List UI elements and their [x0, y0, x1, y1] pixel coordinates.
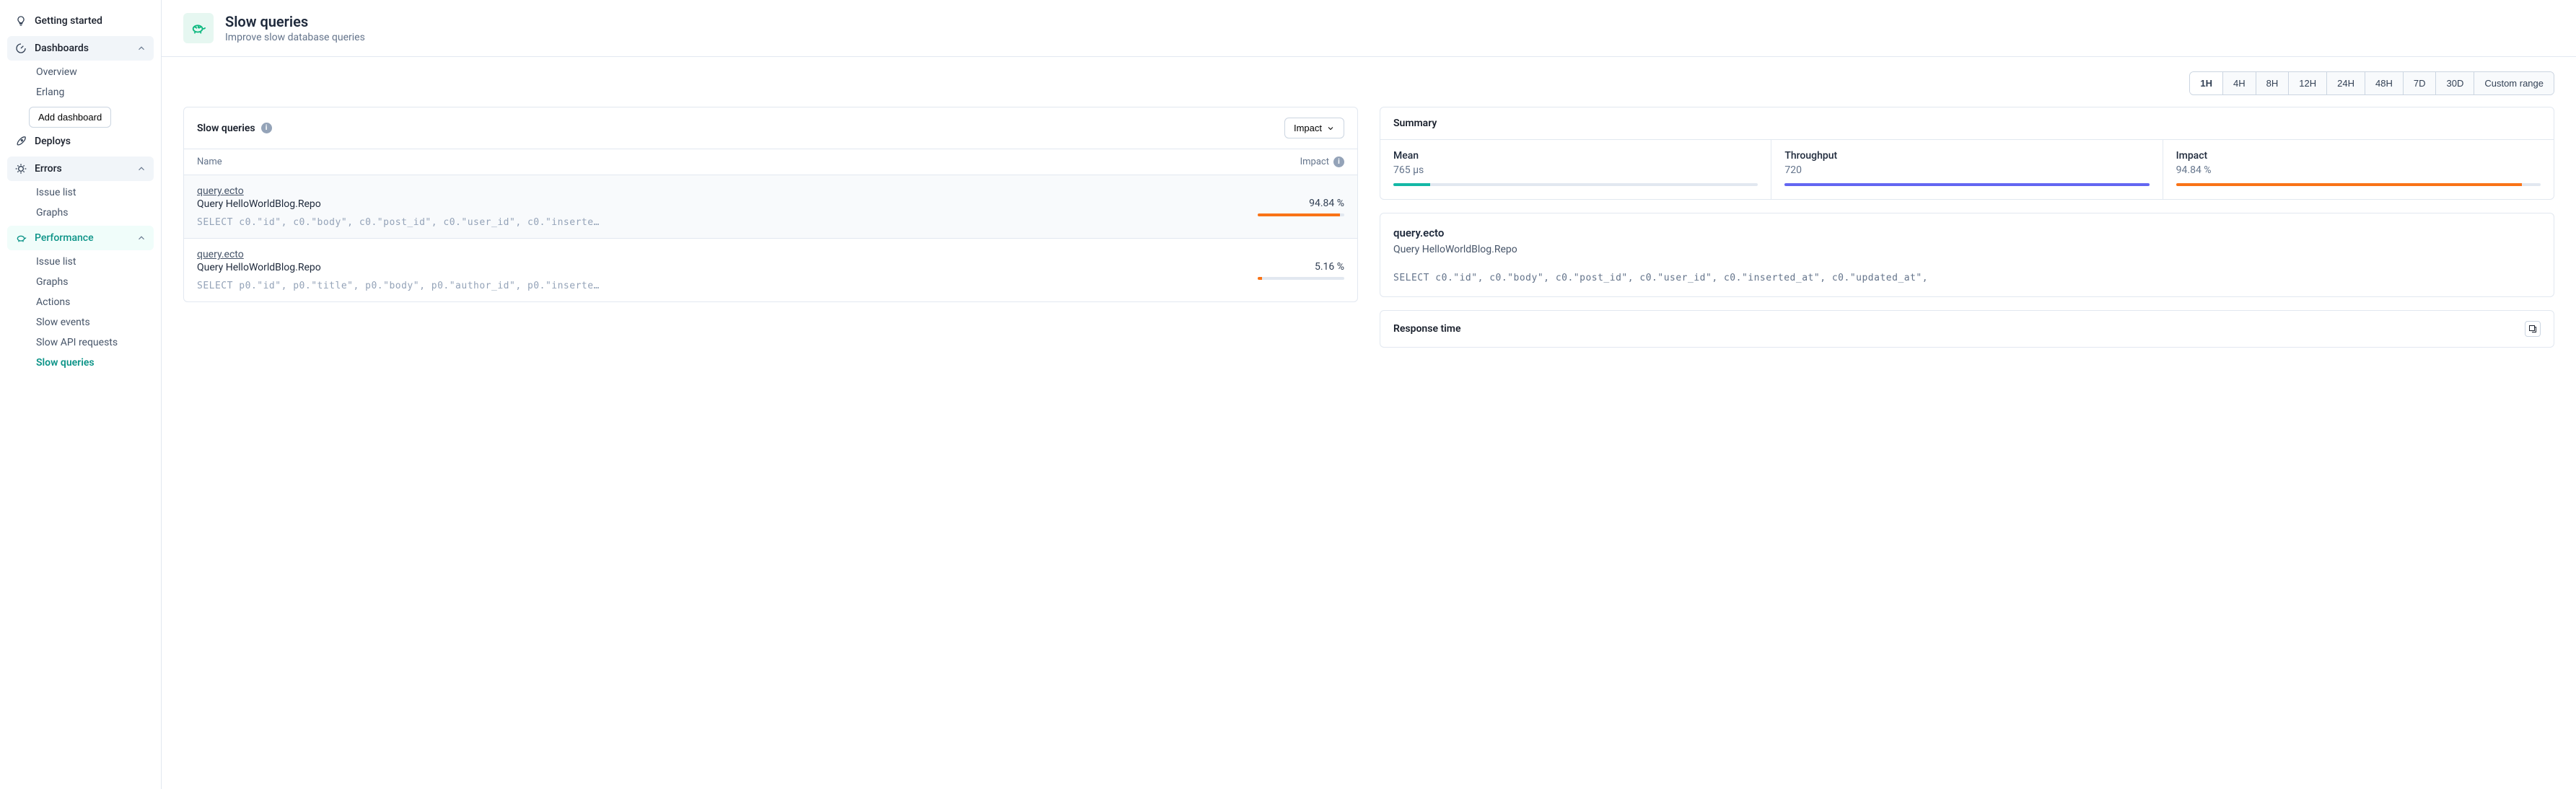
nav-label: Dashboards [35, 43, 89, 54]
nav-performance-sub: Issue list Graphs Actions Slow events Sl… [7, 252, 154, 373]
sub-erlang[interactable]: Erlang [29, 82, 154, 102]
summary-mean: Mean 765 µs [1380, 140, 1771, 199]
impact-value: 5.16 % [1258, 261, 1344, 273]
sub-overview[interactable]: Overview [29, 62, 154, 82]
page-header: Slow queries Improve slow database queri… [162, 0, 2576, 57]
impact-value: 94.84 % [1258, 198, 1344, 209]
time-1h[interactable]: 1H [2190, 72, 2223, 94]
info-icon[interactable]: i [1333, 157, 1344, 167]
page-subtitle: Improve slow database queries [225, 32, 365, 43]
time-7d[interactable]: 7D [2404, 72, 2437, 94]
detail-repo: Query HelloWorldBlog.Repo [1393, 244, 2541, 255]
col-impact: Impact [1300, 157, 1329, 167]
nav-deploys[interactable]: Deploys [7, 129, 154, 154]
time-4h[interactable]: 4H [2223, 72, 2256, 94]
time-30d[interactable]: 30D [2436, 72, 2474, 94]
time-custom[interactable]: Custom range [2474, 72, 2554, 94]
nav-getting-started[interactable]: Getting started [7, 9, 154, 33]
slow-queries-panel: Slow queries i Impact Name Impact [183, 107, 1358, 302]
add-dashboard-button[interactable]: Add dashboard [29, 107, 111, 128]
summary-throughput: Throughput 720 [1771, 140, 2163, 199]
query-row[interactable]: query.ecto Query HelloWorldBlog.Repo SEL… [184, 175, 1357, 239]
summary-impact: Impact 94.84 % [2163, 140, 2554, 199]
nav-label: Deploys [35, 136, 71, 147]
summary-bar [2176, 183, 2541, 186]
query-name-link[interactable]: query.ecto [197, 249, 244, 260]
nav-label: Errors [35, 163, 62, 175]
query-repo: Query HelloWorldBlog.Repo [197, 198, 1245, 210]
sub-graphs[interactable]: Graphs [29, 203, 154, 223]
sub-perf-slow-events[interactable]: Slow events [29, 312, 154, 332]
time-range-segmented: 1H 4H 8H 12H 24H 48H 7D 30D Custom range [2189, 71, 2554, 95]
sort-label: Impact [1294, 123, 1322, 133]
main: Slow queries Improve slow database queri… [162, 0, 2576, 789]
summary-label: Throughput [1784, 150, 2149, 162]
summary-label: Impact [2176, 150, 2541, 162]
gauge-icon [14, 42, 27, 55]
nav-errors[interactable]: Errors [7, 157, 154, 181]
sub-perf-slow-api[interactable]: Slow API requests [29, 332, 154, 353]
panel-title: Slow queries [197, 123, 255, 134]
response-time-panel: Response time [1380, 310, 2554, 348]
chevron-up-icon [136, 164, 146, 174]
query-sql: SELECT c0."id", c0."body", c0."post_id",… [197, 217, 1245, 228]
query-name-link[interactable]: query.ecto [197, 185, 244, 197]
sort-button[interactable]: Impact [1284, 118, 1344, 138]
query-detail-panel: query.ecto Query HelloWorldBlog.Repo SEL… [1380, 213, 2554, 297]
summary-value: 720 [1784, 164, 2149, 176]
chevron-up-icon [136, 233, 146, 243]
summary-panel: Summary Mean 765 µs Throughput 720 [1380, 107, 2554, 200]
export-icon[interactable] [2525, 321, 2541, 337]
nav-dashboards[interactable]: Dashboards [7, 36, 154, 61]
summary-value: 94.84 % [2176, 164, 2541, 176]
chevron-up-icon [136, 43, 146, 53]
detail-name: query.ecto [1393, 226, 2541, 239]
chevron-down-icon [1326, 124, 1335, 133]
table-header: Name Impact i [184, 149, 1357, 175]
panel-title: Response time [1393, 323, 1461, 335]
query-repo: Query HelloWorldBlog.Repo [197, 262, 1245, 273]
nav-performance[interactable]: Performance [7, 226, 154, 250]
rocket-icon [14, 135, 27, 148]
time-range-bar: 1H 4H 8H 12H 24H 48H 7D 30D Custom range [183, 71, 2554, 95]
time-48h[interactable]: 48H [2365, 72, 2404, 94]
summary-label: Mean [1393, 150, 1758, 162]
sub-perf-issue-list[interactable]: Issue list [29, 252, 154, 272]
time-24h[interactable]: 24H [2327, 72, 2365, 94]
nav-label: Performance [35, 232, 94, 244]
sub-issue-list[interactable]: Issue list [29, 182, 154, 203]
turtle-icon [14, 232, 27, 244]
content: 1H 4H 8H 12H 24H 48H 7D 30D Custom range [162, 57, 2576, 362]
query-row[interactable]: query.ecto Query HelloWorldBlog.Repo SEL… [184, 239, 1357, 301]
time-8h[interactable]: 8H [2256, 72, 2290, 94]
col-name: Name [197, 157, 1258, 167]
time-12h[interactable]: 12H [2289, 72, 2327, 94]
lightbulb-icon [14, 14, 27, 27]
summary-bar [1393, 183, 1758, 186]
summary-value: 765 µs [1393, 164, 1758, 176]
nav-dashboards-sub: Overview Erlang Add dashboard [7, 62, 154, 129]
sub-perf-slow-queries[interactable]: Slow queries [29, 353, 154, 373]
impact-bar [1258, 277, 1344, 280]
turtle-icon [183, 13, 214, 43]
impact-bar [1258, 213, 1344, 216]
info-icon[interactable]: i [261, 123, 272, 133]
nav-label: Getting started [35, 15, 102, 27]
page-title: Slow queries [225, 13, 365, 30]
bug-icon [14, 162, 27, 175]
sub-perf-actions[interactable]: Actions [29, 292, 154, 312]
summary-bar [1784, 183, 2149, 186]
sub-perf-graphs[interactable]: Graphs [29, 272, 154, 292]
nav-errors-sub: Issue list Graphs [7, 182, 154, 223]
query-sql: SELECT p0."id", p0."title", p0."body", p… [197, 281, 1245, 291]
sidebar: Getting started Dashboards Overview Erla… [0, 0, 162, 789]
panel-title: Summary [1393, 118, 1437, 129]
detail-sql: SELECT c0."id", c0."body", c0."post_id",… [1393, 273, 2541, 283]
